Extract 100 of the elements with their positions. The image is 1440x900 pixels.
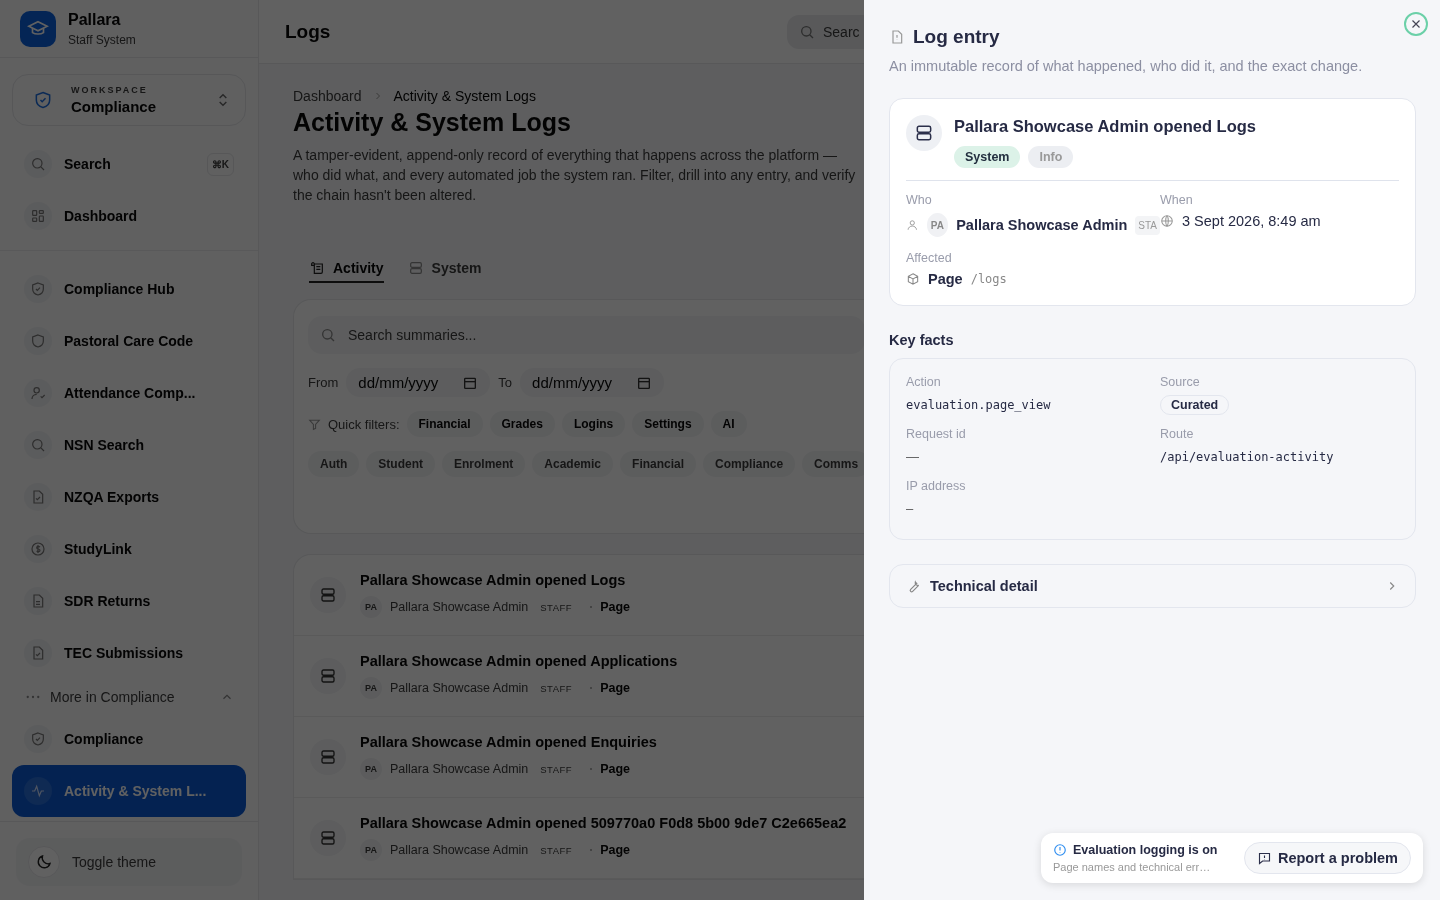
category-chip[interactable]: Enrolment (442, 451, 526, 477)
affected-path: /logs (970, 272, 1007, 286)
field-label: IP address (906, 479, 967, 493)
date-field[interactable]: dd/mm/yyyy (346, 368, 491, 397)
avatar-initials: PA (360, 839, 382, 861)
target-type: Page (600, 843, 631, 857)
category-chip[interactable]: Academic (532, 451, 614, 477)
nav-icon (30, 156, 46, 172)
notice-text: Page names and technical err… (1053, 861, 1212, 873)
shortcut-hint: ⌘K (206, 152, 234, 176)
nav-icon (30, 541, 46, 557)
field-label: Route (1160, 427, 1195, 441)
quick-filter-chip[interactable]: Settings (632, 411, 704, 437)
toggle-theme-button[interactable]: Toggle theme (16, 838, 242, 886)
tab[interactable]: System (407, 255, 482, 281)
role-tag: STAFF (536, 599, 577, 615)
message-alert-icon (1256, 850, 1272, 866)
avatar-initials: PA (926, 213, 949, 237)
app-subtitle: Staff System (68, 32, 136, 47)
server-icon (319, 829, 337, 847)
close-button[interactable] (1404, 12, 1428, 36)
date-field[interactable]: dd/mm/yyyy (520, 368, 665, 397)
target-type: Page (600, 762, 631, 776)
nav-icon (30, 208, 46, 224)
avatar-initials: PA (360, 758, 382, 780)
actor-name: Pallara Showcase Admin (956, 217, 1128, 233)
technical-detail-toggle[interactable]: Technical detail (889, 564, 1416, 608)
more-section-toggle[interactable]: More in Compliance (0, 683, 258, 709)
moon-icon (35, 853, 53, 871)
info-icon (1053, 843, 1067, 857)
document-alert-icon (889, 29, 905, 45)
timestamp: 3 Sept 2026, 8:49 am (1182, 213, 1321, 229)
nav-icon (30, 281, 46, 297)
field-value: evaluation.page_view (906, 398, 1051, 412)
tag: System (954, 146, 1021, 168)
nav-icon (30, 489, 46, 505)
tab[interactable]: Activity (309, 255, 384, 283)
sidebar-item[interactable]: NSN Search (12, 419, 246, 471)
page-description: A tamper-evident, append-only record of everything that happens across the platform — who did what, and every automated job the system ran. Filter, drill into any entry, and verify the chain hasn't been altered. (293, 146, 857, 205)
category-chip[interactable]: Compliance (703, 451, 796, 477)
quick-filter-chip[interactable]: Grades (489, 411, 555, 437)
category-chip[interactable]: Financial (620, 451, 697, 477)
sidebar-item[interactable]: StudyLink (12, 523, 246, 575)
modal-backdrop[interactable] (0, 0, 864, 900)
globe-icon (1160, 214, 1174, 228)
actor-name: Pallara Showcase Admin (390, 681, 529, 695)
breadcrumb-link[interactable]: Dashboard (293, 88, 362, 104)
field-label: When (1160, 193, 1194, 207)
nav-icon (30, 593, 46, 609)
report-problem-button[interactable]: Report a problem (1243, 842, 1411, 874)
nav-icon (30, 385, 46, 401)
to-label: To (498, 375, 513, 390)
field-value: /api/evaluation-activity (1160, 450, 1334, 464)
quick-filter-chip[interactable]: AI (710, 411, 747, 437)
sidebar-item[interactable]: SDR Returns (12, 575, 246, 627)
sidebar-item[interactable]: Search ⌘K (12, 138, 246, 190)
actor-name: Pallara Showcase Admin (390, 600, 529, 614)
avatar-initials: PA (360, 677, 382, 699)
field-value: – (906, 501, 914, 516)
avatar-initials: PA (360, 596, 382, 618)
sidebar-item[interactable]: Attendance Comp... (12, 367, 246, 419)
quick-filter-chip[interactable]: Logins (561, 411, 626, 437)
sidebar-item[interactable]: Pastoral Care Code (12, 315, 246, 367)
server-icon (319, 667, 337, 685)
role-tag: STAFF (536, 761, 577, 777)
nav-icon (30, 731, 46, 747)
quick-filter-chip[interactable]: Financial (406, 411, 483, 437)
server-icon (319, 586, 337, 604)
category-chip[interactable]: Student (366, 451, 435, 477)
more-icon (26, 695, 40, 699)
sidebar-item[interactable]: Compliance (12, 713, 246, 765)
nav-icon (30, 783, 46, 799)
cube-icon (906, 272, 920, 286)
sidebar-item[interactable]: Activity & System L... (12, 765, 246, 817)
field-value: — (906, 449, 919, 464)
target-type: Page (600, 600, 631, 614)
sidebar-item[interactable]: TEC Submissions (12, 627, 246, 679)
sidebar-item[interactable]: Dashboard (12, 190, 246, 242)
sidebar-item[interactable]: NZQA Exports (12, 471, 246, 523)
actor-name: Pallara Showcase Admin (390, 762, 529, 776)
server-icon (319, 748, 337, 766)
from-label: From (308, 375, 339, 390)
nav-icon (30, 437, 46, 453)
page-title: Activity & System Logs (293, 108, 572, 137)
role-tag: STAFF (536, 842, 577, 858)
category-chip[interactable]: Auth (308, 451, 360, 477)
search-field[interactable]: Search summaries... (308, 316, 865, 354)
role-tag: STA (1135, 215, 1160, 235)
server-icon (407, 260, 424, 276)
workspace-switcher[interactable]: WORKSPACE Compliance (12, 74, 246, 126)
logo-icon (20, 10, 56, 47)
entry-title: Pallara Showcase Admin opened Logs (954, 117, 1256, 136)
drawer-title: Log entry (913, 26, 1000, 48)
shield-check-icon (33, 90, 53, 110)
nav-icon (30, 333, 46, 349)
search-field[interactable]: Searc (787, 14, 865, 49)
page-header-title: Logs (285, 20, 331, 43)
category-chip[interactable]: Comms (802, 451, 865, 477)
sidebar-item[interactable]: Compliance Hub (12, 263, 246, 315)
scroll-icon (309, 260, 325, 276)
